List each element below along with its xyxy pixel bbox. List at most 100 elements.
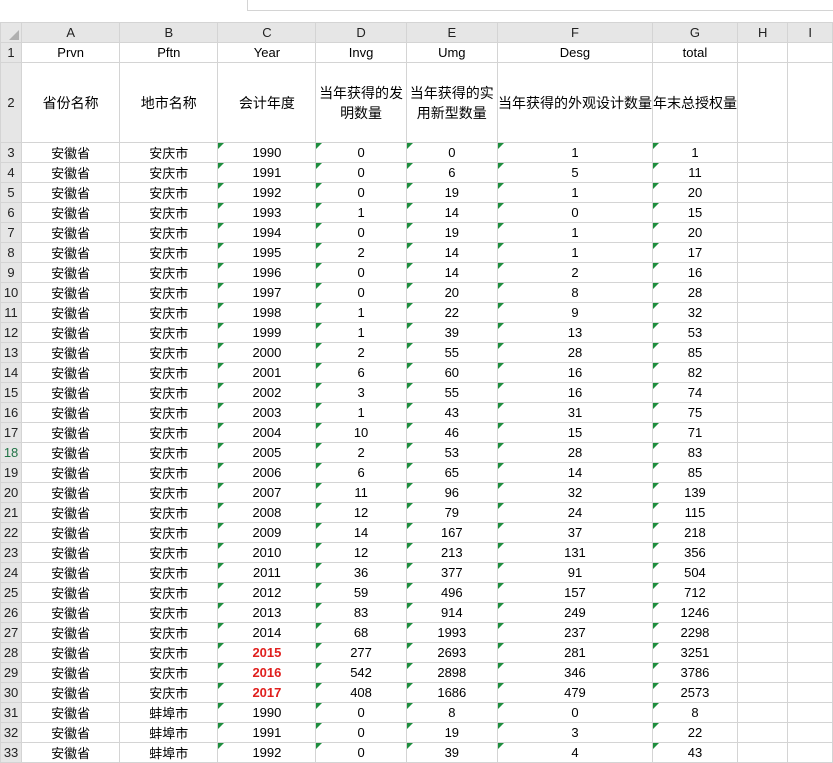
cell-e16[interactable]: 43 — [405, 402, 498, 423]
cell-h2[interactable] — [736, 62, 789, 143]
cell-d19[interactable]: 6 — [315, 462, 407, 483]
cell-e8[interactable]: 14 — [405, 242, 498, 263]
cell-f20[interactable]: 32 — [496, 482, 653, 503]
cell-f19[interactable]: 14 — [496, 462, 653, 483]
cell-f18[interactable]: 28 — [496, 442, 653, 463]
cell-e12[interactable]: 39 — [405, 322, 498, 343]
cell-a13[interactable]: 安徽省 — [21, 342, 121, 363]
cell-g17[interactable]: 71 — [651, 422, 738, 443]
cell-c29[interactable]: 2016 — [217, 662, 317, 683]
cell-c25[interactable]: 2012 — [217, 582, 317, 603]
cell-b15[interactable]: 安庆市 — [119, 382, 219, 403]
cell-a1[interactable]: Prvn — [21, 42, 121, 63]
cell-g4[interactable]: 11 — [651, 162, 738, 183]
cell-f10[interactable]: 8 — [496, 282, 653, 303]
cell-b10[interactable]: 安庆市 — [119, 282, 219, 303]
cell-e29[interactable]: 2898 — [405, 662, 498, 683]
cell-f1[interactable]: Desg — [496, 42, 653, 63]
cell-h23[interactable] — [736, 542, 789, 563]
cell-f15[interactable]: 16 — [496, 382, 653, 403]
cell-e11[interactable]: 22 — [405, 302, 498, 323]
cell-h18[interactable] — [736, 442, 789, 463]
cell-f17[interactable]: 15 — [496, 422, 653, 443]
cell-i25[interactable] — [787, 582, 833, 603]
cell-d2[interactable]: 当年获得的发明数量 — [315, 62, 407, 143]
column-header-i[interactable]: I — [787, 22, 833, 43]
cell-g8[interactable]: 17 — [651, 242, 738, 263]
select-all-button[interactable] — [0, 22, 23, 43]
row-header[interactable]: 2 — [0, 62, 23, 143]
cell-f22[interactable]: 37 — [496, 522, 653, 543]
cell-c32[interactable]: 1991 — [217, 722, 317, 743]
row-header[interactable]: 27 — [0, 622, 23, 643]
cell-f11[interactable]: 9 — [496, 302, 653, 323]
cell-i31[interactable] — [787, 702, 833, 723]
cell-e20[interactable]: 96 — [405, 482, 498, 503]
cell-f6[interactable]: 0 — [496, 202, 653, 223]
cell-g16[interactable]: 75 — [651, 402, 738, 423]
cell-c18[interactable]: 2005 — [217, 442, 317, 463]
cell-i8[interactable] — [787, 242, 833, 263]
cell-a11[interactable]: 安徽省 — [21, 302, 121, 323]
row-header[interactable]: 15 — [0, 382, 23, 403]
cell-b26[interactable]: 安庆市 — [119, 602, 219, 623]
cell-c24[interactable]: 2011 — [217, 562, 317, 583]
cell-d26[interactable]: 83 — [315, 602, 407, 623]
cell-c15[interactable]: 2002 — [217, 382, 317, 403]
column-header-f[interactable]: F — [496, 22, 653, 43]
cell-i29[interactable] — [787, 662, 833, 683]
cell-e27[interactable]: 1993 — [405, 622, 498, 643]
cell-a5[interactable]: 安徽省 — [21, 182, 121, 203]
row-header[interactable]: 31 — [0, 702, 23, 723]
cell-a8[interactable]: 安徽省 — [21, 242, 121, 263]
cell-i6[interactable] — [787, 202, 833, 223]
cell-f7[interactable]: 1 — [496, 222, 653, 243]
cell-a32[interactable]: 安徽省 — [21, 722, 121, 743]
cell-e19[interactable]: 65 — [405, 462, 498, 483]
cell-f29[interactable]: 346 — [496, 662, 653, 683]
cell-g20[interactable]: 139 — [651, 482, 738, 503]
column-header-c[interactable]: C — [217, 22, 317, 43]
cell-e2[interactable]: 当年获得的实用新型数量 — [405, 62, 498, 143]
cell-f8[interactable]: 1 — [496, 242, 653, 263]
cell-d24[interactable]: 36 — [315, 562, 407, 583]
cell-a4[interactable]: 安徽省 — [21, 162, 121, 183]
cell-e6[interactable]: 14 — [405, 202, 498, 223]
cell-e21[interactable]: 79 — [405, 502, 498, 523]
cell-h31[interactable] — [736, 702, 789, 723]
cell-b8[interactable]: 安庆市 — [119, 242, 219, 263]
cell-b4[interactable]: 安庆市 — [119, 162, 219, 183]
cell-i15[interactable] — [787, 382, 833, 403]
cell-g18[interactable]: 83 — [651, 442, 738, 463]
row-header[interactable]: 17 — [0, 422, 23, 443]
row-header[interactable]: 9 — [0, 262, 23, 283]
cell-h16[interactable] — [736, 402, 789, 423]
cell-a26[interactable]: 安徽省 — [21, 602, 121, 623]
cell-a22[interactable]: 安徽省 — [21, 522, 121, 543]
cell-b12[interactable]: 安庆市 — [119, 322, 219, 343]
cell-g11[interactable]: 32 — [651, 302, 738, 323]
row-header[interactable]: 30 — [0, 682, 23, 703]
cell-a14[interactable]: 安徽省 — [21, 362, 121, 383]
cell-a7[interactable]: 安徽省 — [21, 222, 121, 243]
cell-d13[interactable]: 2 — [315, 342, 407, 363]
cell-c1[interactable]: Year — [217, 42, 317, 63]
cell-g6[interactable]: 15 — [651, 202, 738, 223]
cell-g21[interactable]: 115 — [651, 502, 738, 523]
cell-b24[interactable]: 安庆市 — [119, 562, 219, 583]
cell-h7[interactable] — [736, 222, 789, 243]
cell-g10[interactable]: 28 — [651, 282, 738, 303]
cell-f30[interactable]: 479 — [496, 682, 653, 703]
cell-b6[interactable]: 安庆市 — [119, 202, 219, 223]
cell-d1[interactable]: Invg — [315, 42, 407, 63]
cell-b7[interactable]: 安庆市 — [119, 222, 219, 243]
cell-a21[interactable]: 安徽省 — [21, 502, 121, 523]
cell-c5[interactable]: 1992 — [217, 182, 317, 203]
cell-g32[interactable]: 22 — [651, 722, 738, 743]
cell-d29[interactable]: 542 — [315, 662, 407, 683]
cell-b17[interactable]: 安庆市 — [119, 422, 219, 443]
cell-c16[interactable]: 2003 — [217, 402, 317, 423]
row-header[interactable]: 26 — [0, 602, 23, 623]
cell-e24[interactable]: 377 — [405, 562, 498, 583]
row-header[interactable]: 29 — [0, 662, 23, 683]
